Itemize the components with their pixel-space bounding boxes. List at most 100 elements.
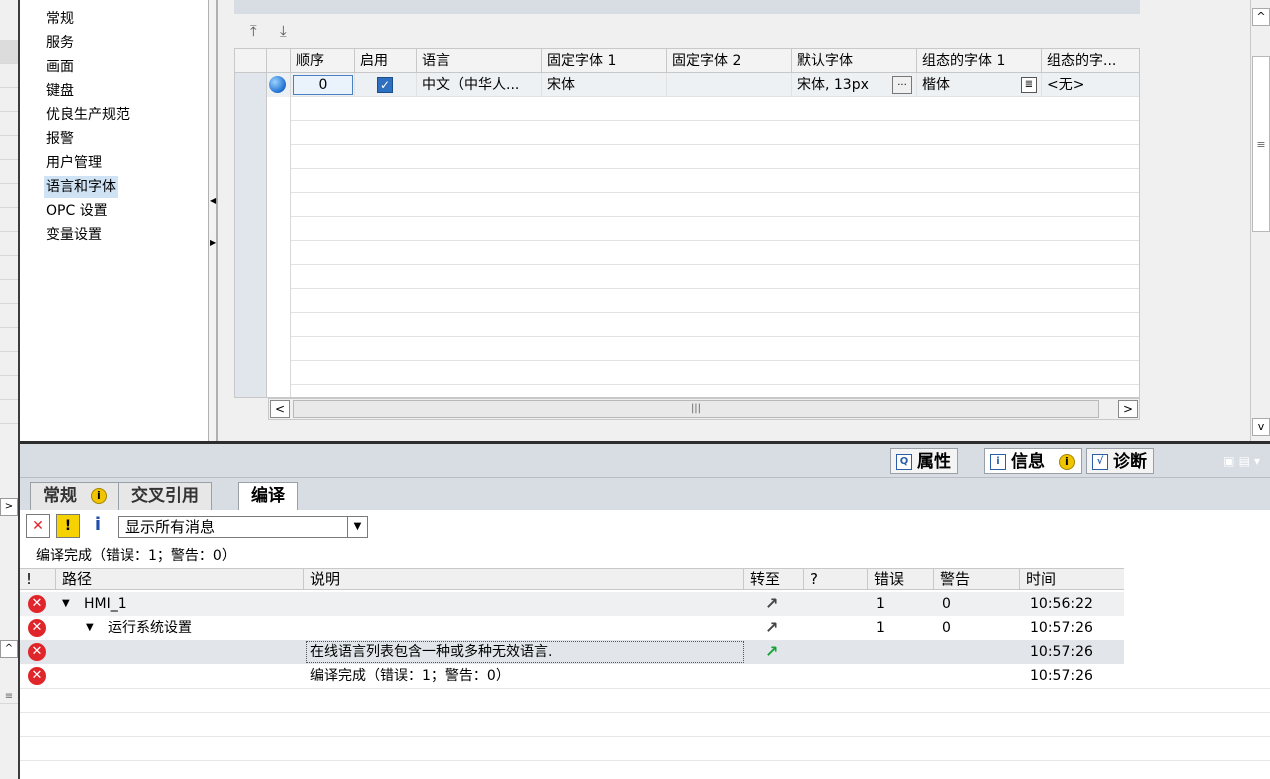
message-row[interactable]: ✕ ▼ 运行系统设置 ↗ 1 0 10:57:26 [20,616,1124,640]
col-severity[interactable]: ! [20,569,56,590]
info-tab-icon: i [990,454,1006,470]
nav-item-gmp[interactable]: 优良生产规范 [44,104,132,126]
grip-icon: ≡ [0,690,18,704]
table-row [235,313,1139,337]
goto-arrow-icon[interactable]: ↗ [765,642,778,661]
grid-toolbar: ⤒ ⤓ [234,14,1140,48]
goto-arrow-icon[interactable]: ↗ [765,594,778,613]
fixed-font-1-cell[interactable]: 宋体 [542,73,667,97]
error-icon: ✕ [28,595,46,613]
pane-splitter[interactable]: ◀ ▶ [208,0,217,441]
error-filter-icon[interactable]: ✕ [26,514,50,538]
collapse-left-icon[interactable]: ◀ [210,196,216,206]
browse-button[interactable]: ... [892,76,912,94]
table-row [235,97,1139,121]
table-row [235,289,1139,313]
inspector-subtabs: 常规 i 交叉引用 编译 [20,478,1270,511]
tab-diagnostics[interactable]: √ 诊断 [1086,448,1154,474]
settings-nav: 常规 服务 画面 键盘 优良生产规范 报警 用户管理 语言和字体 OPC 设置 … [20,0,218,441]
scroll-thumb[interactable]: ||| [293,400,1099,418]
col-default-font[interactable]: 默认字体 [792,49,917,73]
table-row [235,193,1139,217]
message-row[interactable]: ✕ ▼ HMI_1 ↗ 1 0 10:56:22 [20,592,1124,616]
nav-item-user-admin[interactable]: 用户管理 [44,152,104,174]
nav-item-tags[interactable]: 变量设置 [44,224,104,246]
message-row[interactable]: ✕ 在线语言列表包含一种或多种无效语言. ↗ 10:57:26 [20,640,1124,664]
col-help[interactable]: ? [804,569,868,590]
scroll-thumb[interactable]: ≡ [1252,56,1270,232]
expand-icon[interactable]: ▼ [86,616,94,640]
section-header [234,0,1140,14]
chevron-down-icon[interactable]: ▼ [347,517,367,537]
subtab-compile[interactable]: 编译 [238,482,298,511]
col-warnings[interactable]: 警告 [934,569,1020,590]
nav-item-keyboard[interactable]: 键盘 [44,80,76,102]
table-row [235,385,1139,397]
window-controls-icon[interactable]: ▣▤▾ [1223,454,1264,468]
message-filter-select[interactable]: 显示所有消息 ▼ [118,516,368,538]
tab-info[interactable]: i 信息 i [984,448,1082,474]
horizontal-scrollbar[interactable]: < ||| > [268,398,1140,420]
col-path[interactable]: 路径 [56,569,304,590]
expand-right-icon[interactable]: ▶ [210,238,216,248]
nav-item-general[interactable]: 常规 [44,8,76,30]
scroll-right-icon[interactable]: > [1118,400,1138,418]
nav-item-opc[interactable]: OPC 设置 [44,200,110,222]
warning-filter-icon[interactable]: ! [56,514,80,538]
table-row [235,241,1139,265]
tab-properties[interactable]: Q 属性 [890,448,958,474]
grid-corner [235,49,267,73]
scroll-up-icon[interactable]: ^ [1252,8,1270,26]
col-configured-font-1[interactable]: 组态的字体 1 [917,49,1042,73]
message-row[interactable]: ✕ 编译完成（错误：1；警告：0） 10:57:26 [20,664,1124,688]
col-fixed-font-2[interactable]: 固定字体 2 [667,49,792,73]
table-row [235,121,1139,145]
fixed-font-2-cell[interactable] [667,73,792,97]
list-icon[interactable]: ≣ [1021,77,1037,93]
grid-icon-column [267,49,291,73]
order-field[interactable]: 0 [293,75,353,95]
language-grid: 顺序 启用 语言 固定字体 1 固定字体 2 默认字体 组态的字体 1 组态的字… [234,48,1140,398]
subtab-general[interactable]: 常规 i [30,482,120,510]
nav-item-alarms[interactable]: 报警 [44,128,76,150]
scroll-left-icon[interactable]: < [270,400,290,418]
vertical-scrollbar[interactable]: ^ ≡ v [1250,0,1270,441]
table-row[interactable]: 0 ✓ 中文（中华人... 宋体 宋体, 13px ... 楷体 ≣ <无> [235,73,1139,97]
col-errors[interactable]: 错误 [868,569,934,590]
configured-font-1-cell[interactable]: 楷体 [922,77,950,93]
table-row [235,337,1139,361]
subtab-cross-reference[interactable]: 交叉引用 [118,482,212,510]
compile-status: 编译完成（错误：1；警告：0） [36,548,236,564]
move-up-icon[interactable]: ⤒ [250,22,257,40]
col-description[interactable]: 说明 [304,569,744,590]
configured-font-2-cell[interactable]: <无> [1042,73,1139,97]
nav-item-language-fonts[interactable]: 语言和字体 [44,176,118,198]
enabled-checkbox[interactable]: ✓ [377,77,393,93]
table-row [235,217,1139,241]
nav-item-screens[interactable]: 画面 [44,56,76,78]
error-icon: ✕ [28,619,46,637]
col-enabled[interactable]: 启用 [355,49,417,73]
col-configured-font-2[interactable]: 组态的字... [1042,49,1139,73]
table-row [235,361,1139,385]
table-row [235,265,1139,289]
default-font-cell[interactable]: 宋体, 13px [797,77,869,93]
expand-right-icon[interactable]: > [0,498,18,516]
scroll-down-icon[interactable]: v [1252,418,1270,436]
info-badge-icon: i [1058,454,1075,470]
nav-item-services[interactable]: 服务 [44,32,76,54]
col-goto[interactable]: 转至 [744,569,804,590]
diagnostics-icon: √ [1092,454,1108,470]
col-fixed-font-1[interactable]: 固定字体 1 [542,49,667,73]
move-down-icon[interactable]: ⤓ [280,22,287,40]
properties-icon: Q [896,454,912,470]
expand-icon[interactable]: ▼ [62,592,70,616]
language-cell[interactable]: 中文（中华人... [417,73,542,97]
info-filter-icon[interactable]: i [86,514,110,538]
inspector-tabbar: Q 属性 i 信息 i √ 诊断 ▣▤▾ [20,444,1270,478]
goto-arrow-icon[interactable]: ↗ [765,618,778,637]
col-language[interactable]: 语言 [417,49,542,73]
scroll-up-icon[interactable]: ^ [0,640,18,658]
col-time[interactable]: 时间 [1020,569,1124,590]
col-order[interactable]: 顺序 [291,49,355,73]
